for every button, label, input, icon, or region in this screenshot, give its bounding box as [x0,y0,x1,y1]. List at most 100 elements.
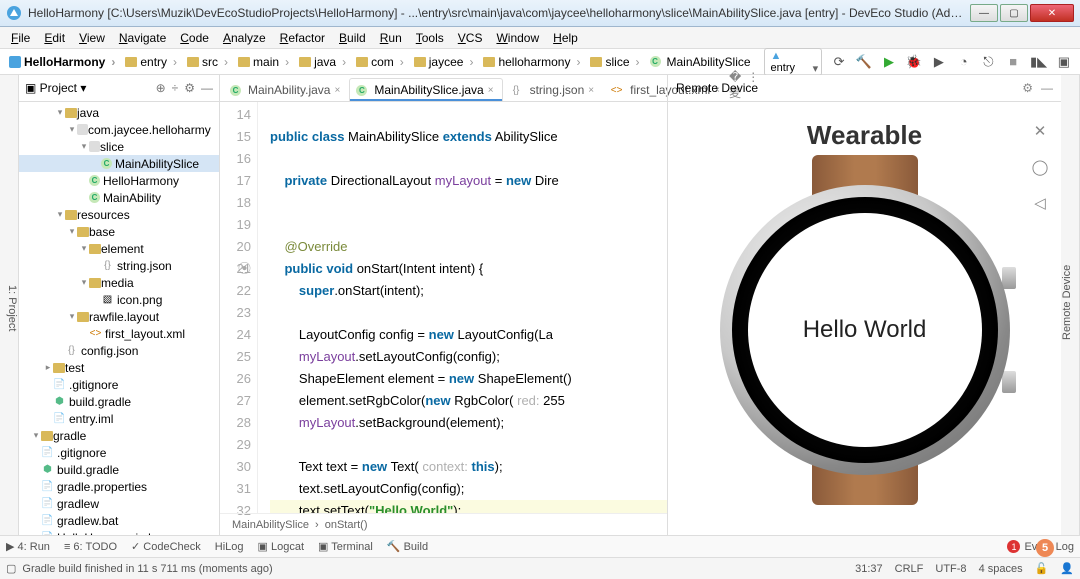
tree-item[interactable]: {}string.json [19,257,219,274]
tree-item[interactable]: 📄gradle.properties [19,478,219,495]
tree-item[interactable]: ▾rawfile.layout [19,308,219,325]
editor-tab[interactable]: {}string.json× [503,78,604,101]
tree-item[interactable]: CMainAbilitySlice [19,155,219,172]
device-close-icon[interactable]: ✕ [1029,120,1051,142]
readonly-lock-icon[interactable]: 🔓 [1035,562,1049,575]
tree-item[interactable]: ▾resources [19,206,219,223]
device-icon[interactable]: ▮◣ [1030,53,1047,70]
code-editor[interactable]: public class MainAbilitySlice extends Ab… [258,102,667,513]
menu-view[interactable]: View [72,29,112,47]
toolstrip-item[interactable]: HiLog [215,541,244,553]
tree-item[interactable]: 📄HelloHarmony.iml [19,529,219,535]
breadcrumb-item[interactable]: HelloHarmony [4,53,120,71]
menu-tools[interactable]: Tools [409,29,451,47]
toolstrip-item[interactable]: ▣ Logcat [258,540,304,553]
side-tab[interactable]: 1: Project [6,81,18,535]
debug-icon[interactable]: 🐞 [906,53,922,70]
breadcrumb-item[interactable]: entry [120,53,182,71]
hide-icon[interactable]: — [1041,81,1053,95]
sync-icon[interactable]: ⟳ [831,53,847,70]
indent-setting[interactable]: 4 spaces [979,563,1023,575]
toolstrip-item[interactable]: ✓ CodeCheck [131,540,201,553]
editor-tab[interactable]: CMainAbility.java× [223,78,349,101]
tree-item[interactable]: 📄gradlew [19,495,219,512]
device-back-icon[interactable]: ◁ [1029,192,1051,214]
close-tab-icon[interactable]: × [334,85,340,96]
tree-item[interactable]: 📄entry.iml [19,410,219,427]
tree-item[interactable]: 📄.gitignore [19,376,219,393]
run-config-dropdown[interactable]: ▲ entry [764,48,823,76]
notification-badge-icon[interactable]: 5 [1036,539,1054,557]
menu-build[interactable]: Build [332,29,373,47]
right-gutter-tabs[interactable]: Remote DeviceGradle [1061,75,1080,535]
breadcrumb-item[interactable]: java [294,53,351,71]
run-icon[interactable]: ▶ [881,53,897,70]
stop-icon[interactable]: ■ [1005,53,1021,70]
status-hide-icon[interactable]: ▢ [6,562,16,575]
tree-item[interactable]: ⬢build.gradle [19,393,219,410]
tree-item[interactable]: ▾gradle [19,427,219,444]
tree-item[interactable]: ⬢build.gradle [19,461,219,478]
tree-item[interactable]: CMainAbility [19,189,219,206]
line-separator[interactable]: CRLF [895,563,924,575]
breadcrumb-item[interactable]: slice [585,53,644,71]
menu-refactor[interactable]: Refactor [273,29,332,47]
breadcrumb-item[interactable]: com [351,53,409,71]
tree-item[interactable]: CHelloHarmony [19,172,219,189]
menu-code[interactable]: Code [173,29,216,47]
tree-item[interactable]: ▾media [19,274,219,291]
coverage-icon[interactable]: ▶ [931,53,947,70]
toolstrip-item[interactable]: ▣ Terminal [318,540,373,553]
inspect-icon[interactable]: 👤 [1060,562,1074,575]
breadcrumb-item[interactable]: helloharmony [478,53,585,71]
breadcrumb-item[interactable]: src [182,53,233,71]
menu-run[interactable]: Run [373,29,409,47]
gear-icon[interactable]: ⚙ [1022,81,1033,95]
menu-help[interactable]: Help [546,29,585,47]
editor-tab[interactable]: CMainAbilitySlice.java× [349,78,502,101]
attach-icon[interactable]: ⎋ [981,53,997,70]
menu-edit[interactable]: Edit [37,29,72,47]
close-button[interactable]: ✕ [1030,4,1074,22]
layout-icon[interactable]: ▣ [1056,53,1072,70]
tree-item[interactable]: 📄.gitignore [19,444,219,461]
file-encoding[interactable]: UTF-8 [935,563,966,575]
tree-item[interactable]: ▾slice [19,138,219,155]
expand-icon[interactable]: ÷ [172,81,179,95]
device-home-icon[interactable]: ◯ [1029,156,1051,178]
maximize-button[interactable]: ▢ [1000,4,1028,22]
menu-vcs[interactable]: VCS [451,29,490,47]
tree-item[interactable]: 📄gradlew.bat [19,512,219,529]
tree-item[interactable]: ▾java [19,104,219,121]
menu-analyze[interactable]: Analyze [216,29,273,47]
close-tab-icon[interactable]: × [588,85,594,96]
side-tab[interactable]: Remote Device [1061,75,1073,529]
menu-window[interactable]: Window [489,29,546,47]
hide-icon[interactable]: — [201,81,213,95]
profile-icon[interactable]: ◔ [956,53,972,70]
gear-icon[interactable]: ⚙ [184,81,195,95]
toolstrip-item[interactable]: 🔨 Build [387,540,428,553]
menu-file[interactable]: File [4,29,37,47]
project-view-dropdown[interactable]: ▣ Project ▾ [25,81,86,95]
caret-position[interactable]: 31:37 [855,563,883,575]
left-gutter-tabs[interactable]: 1: Project7: Structure2: Favorites [0,75,19,535]
tree-item[interactable]: {}config.json [19,342,219,359]
breadcrumb-item[interactable]: C MainAbilitySlice [645,53,762,71]
minimize-button[interactable]: — [970,4,998,22]
breadcrumb-item[interactable]: main [233,53,294,71]
menu-navigate[interactable]: Navigate [112,29,173,47]
close-tab-icon[interactable]: × [488,85,494,96]
breadcrumb-item[interactable]: jaycee [409,53,479,71]
tree-item[interactable]: ▧icon.png [19,291,219,308]
tree-item[interactable]: ▾com.jaycee.helloharmy [19,121,219,138]
select-opened-icon[interactable]: ⊕ [156,81,166,95]
tree-item[interactable]: ▸test [19,359,219,376]
tree-item[interactable]: <>first_layout.xml [19,325,219,342]
toolstrip-item[interactable]: ≡ 6: TODO [64,541,117,553]
editor-breadcrumb[interactable]: MainAbilitySlice › onStart() [220,513,667,535]
tree-item[interactable]: ▾base [19,223,219,240]
toolstrip-item[interactable]: ▶ 4: Run [6,540,50,553]
tree-item[interactable]: ▾element [19,240,219,257]
hammer-icon[interactable]: 🔨 [856,53,872,70]
